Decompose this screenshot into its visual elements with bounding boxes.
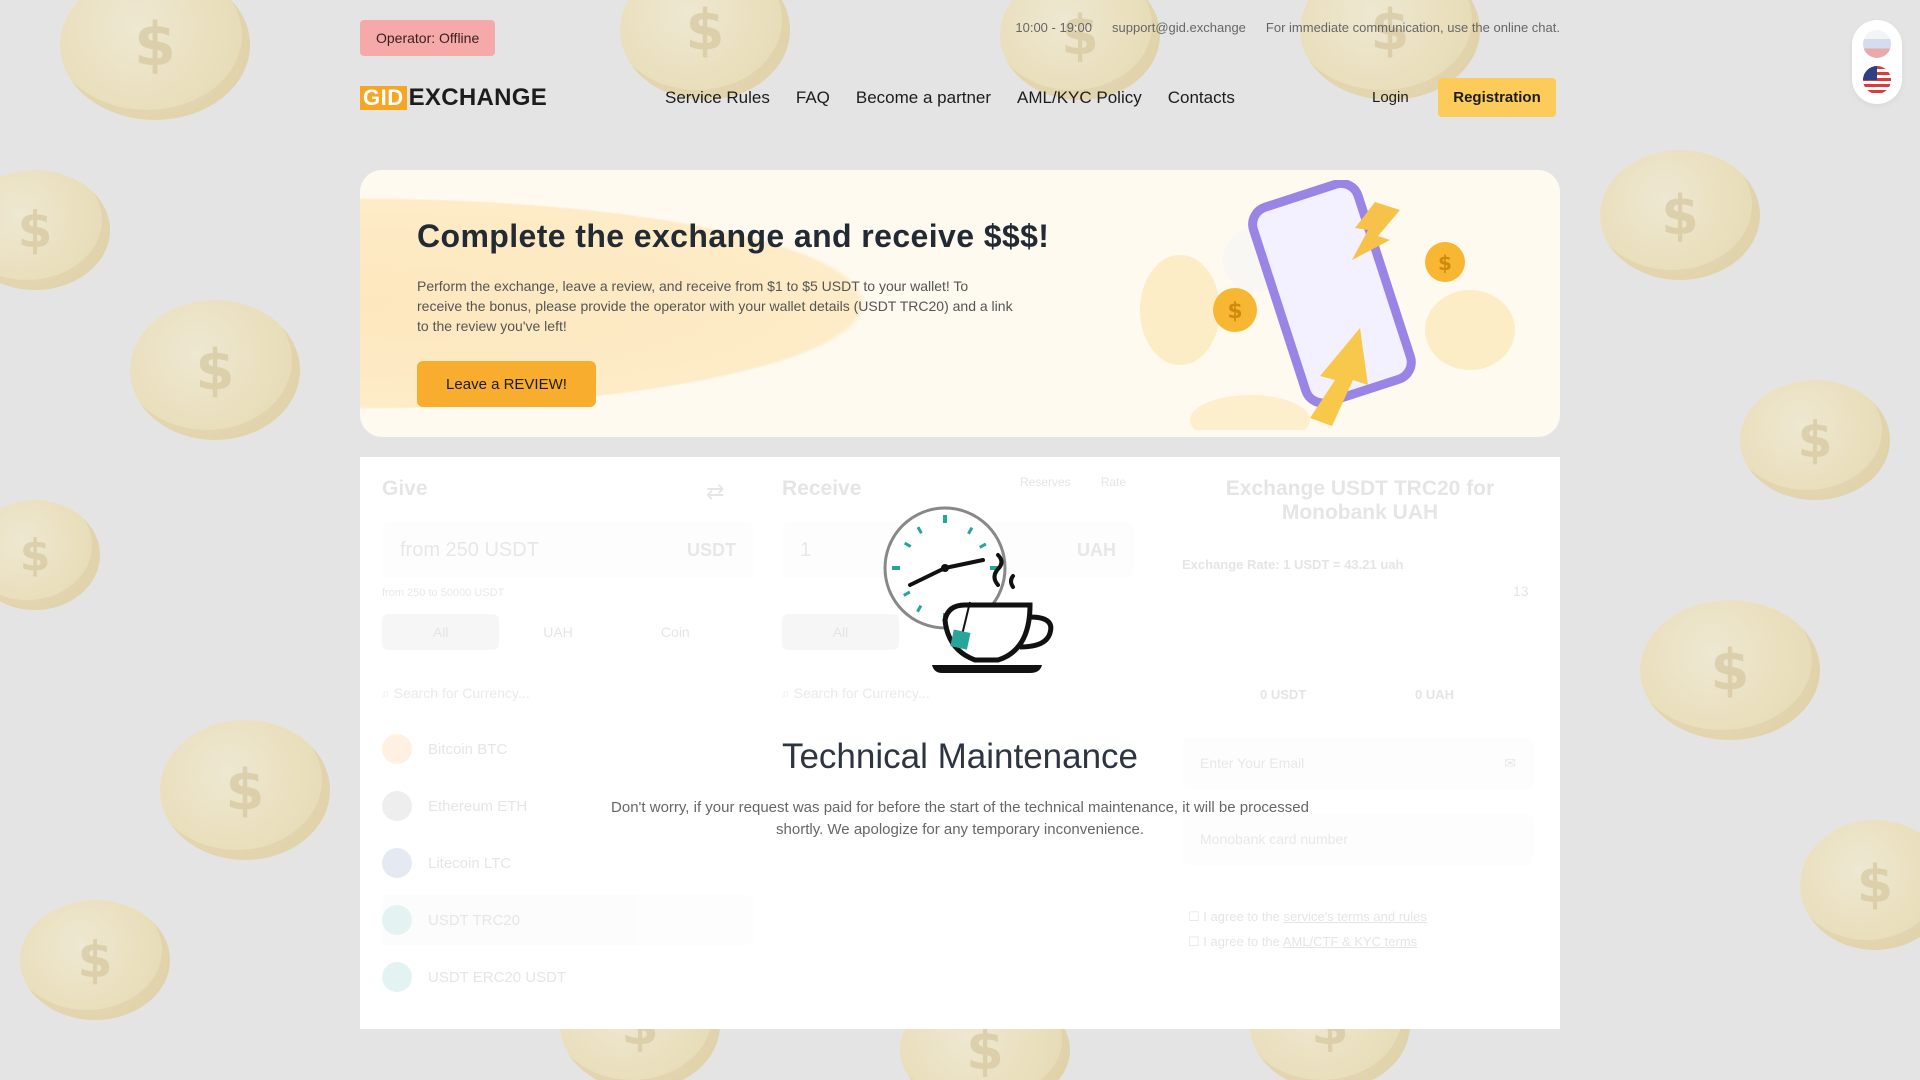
logo[interactable]: GID EXCHANGE (360, 84, 548, 111)
maintenance-title: Technical Maintenance (781, 737, 1139, 776)
nav-faq[interactable]: FAQ (796, 88, 830, 108)
exchange-panel: Give ⇄ from 250 USDT USDT from 250 to 50… (360, 457, 1560, 1029)
nav-aml-kyc-policy[interactable]: AML/KYC Policy (1017, 88, 1142, 108)
nav-become-partner[interactable]: Become a partner (856, 88, 991, 108)
logo-gid: GID (360, 85, 407, 110)
language-switcher (1852, 20, 1902, 104)
main-nav: Service Rules FAQ Become a partner AML/K… (665, 88, 1235, 108)
working-hours: 10:00 - 19:00 (1015, 20, 1092, 35)
clock-coffee-icon (883, 506, 1054, 673)
top-info-bar: Operator: Offline 10:00 - 19:00 support@… (360, 20, 1560, 56)
maintenance-text: Don't worry, if your request was paid fo… (611, 799, 1309, 838)
banner-title: Complete the exchange and receive $$$! (417, 218, 1050, 254)
logo-exchange: EXCHANGE (408, 84, 548, 111)
leave-review-button[interactable]: Leave a REVIEW! (417, 361, 596, 407)
contact-info: 10:00 - 19:00 support@gid.exchange For i… (1015, 20, 1560, 35)
nav-contacts[interactable]: Contacts (1168, 88, 1235, 108)
login-link[interactable]: Login (1372, 89, 1409, 106)
nav-service-rules[interactable]: Service Rules (665, 88, 770, 108)
maintenance-overlay: Technical Maintenance Don't worry, if yo… (360, 457, 1560, 1029)
ru-flag-icon[interactable] (1863, 30, 1891, 58)
header: GID EXCHANGE Service Rules FAQ Become a … (360, 78, 1560, 118)
phone-exchange-illustration: $ $ (1140, 180, 1515, 430)
us-flag-icon[interactable] (1863, 66, 1891, 94)
promo-banner: Complete the exchange and receive $$$! P… (360, 170, 1560, 437)
svg-text:$: $ (1438, 251, 1452, 275)
svg-text:$: $ (1227, 299, 1242, 324)
support-email-link[interactable]: support@gid.exchange (1112, 20, 1246, 35)
registration-button[interactable]: Registration (1438, 78, 1556, 117)
operator-status-badge: Operator: Offline (360, 20, 496, 56)
chat-note: For immediate communication, use the onl… (1265, 20, 1560, 35)
banner-text: Perform the exchange, leave a review, an… (417, 278, 1013, 334)
